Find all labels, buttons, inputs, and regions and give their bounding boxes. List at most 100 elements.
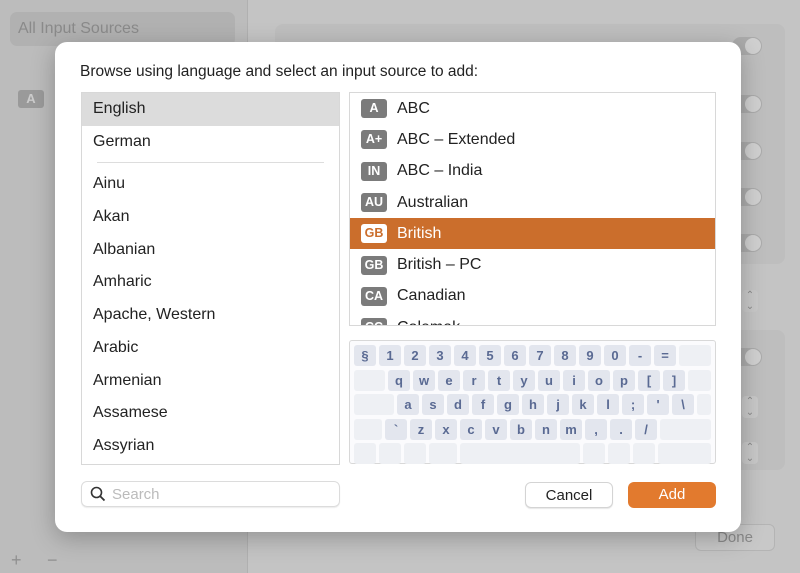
- keyboard-key: y: [513, 369, 535, 391]
- keyboard-row: [354, 443, 711, 464]
- input-source-item[interactable]: A ABC: [350, 93, 715, 124]
- input-source-label: Australian: [397, 193, 469, 211]
- keyboard-key-blank: [660, 418, 711, 440]
- keyboard-key: 8: [554, 345, 576, 366]
- language-item[interactable]: Amharic: [82, 266, 339, 299]
- remove-source-icon: −: [47, 550, 58, 570]
- search-field[interactable]: [81, 481, 340, 507]
- keyboard-key: `: [385, 418, 407, 440]
- input-source-badge: CC: [361, 318, 387, 325]
- keyboard-key: ;: [622, 394, 644, 415]
- keyboard-key: c: [460, 418, 482, 440]
- add-button[interactable]: Add: [628, 482, 716, 508]
- language-item[interactable]: Assyrian: [82, 430, 339, 463]
- keyboard-key: /: [635, 418, 657, 440]
- language-item[interactable]: English: [82, 93, 339, 126]
- language-item[interactable]: Armenian: [82, 365, 339, 398]
- add-input-source-dialog: Browse using language and select an inpu…: [55, 42, 741, 532]
- language-item[interactable]: Ainu: [82, 168, 339, 201]
- search-icon: [90, 486, 106, 502]
- keyboard-key: t: [488, 369, 510, 391]
- keyboard-key-blank: [633, 443, 655, 464]
- keyboard-key: r: [463, 369, 485, 391]
- input-source-item[interactable]: CA Canadian: [350, 281, 715, 312]
- keyboard-row: ` z x c v b n m,. /: [354, 418, 711, 440]
- keyboard-key: u: [538, 369, 560, 391]
- input-source-list[interactable]: A ABC A+ ABC – Extended IN ABC – India AU Austr…: [349, 92, 716, 326]
- keyboard-key: q: [388, 369, 410, 391]
- input-source-label: British – PC: [397, 256, 482, 274]
- keyboard-key: o: [588, 369, 610, 391]
- keyboard-key-blank: [688, 369, 711, 391]
- language-item[interactable]: Apache, Western: [82, 299, 339, 332]
- input-source-item[interactable]: CC Colemak: [350, 312, 715, 325]
- input-source-badge: IN: [361, 161, 387, 181]
- input-source-item[interactable]: GB British – PC: [350, 249, 715, 280]
- language-item[interactable]: Assamese: [82, 397, 339, 430]
- keyboard-key-blank: [354, 443, 376, 464]
- keyboard-key: 7: [529, 345, 551, 366]
- keyboard-key-blank: [354, 418, 382, 440]
- keyboard-key-blank: [379, 443, 401, 464]
- input-source-item[interactable]: GB British: [350, 218, 715, 250]
- input-source-label: ABC – Extended: [397, 130, 516, 148]
- sidebar-item-all-input-sources: All Input Sources: [10, 12, 235, 46]
- cancel-button[interactable]: Cancel: [525, 482, 613, 508]
- dialog-title: Browse using language and select an inpu…: [80, 63, 479, 80]
- keyboard-key-blank: [608, 443, 630, 464]
- input-source-label: Canadian: [397, 287, 466, 305]
- keyboard-key-blank: [404, 443, 426, 464]
- keyboard-key-blank: [354, 369, 385, 391]
- language-item[interactable]: Akan: [82, 201, 339, 234]
- keyboard-key: 6: [504, 345, 526, 366]
- keyboard-row: a s d f g h j k l; ' \: [354, 394, 711, 415]
- keyboard-key: -: [629, 345, 651, 366]
- keyboard-key: §: [354, 345, 376, 366]
- add-source-icon: +: [11, 550, 22, 570]
- input-source-badge: GB: [361, 255, 387, 275]
- keyboard-key: x: [435, 418, 457, 440]
- input-source-label: ABC: [397, 99, 430, 117]
- keyboard-row: § 1 2 3 4 5 6 7 8 9 0- =: [354, 345, 711, 366]
- input-source-item[interactable]: IN ABC – India: [350, 156, 715, 187]
- input-source-label: British: [397, 224, 442, 242]
- language-item[interactable]: Albanian: [82, 234, 339, 267]
- keyboard-key: i: [563, 369, 585, 391]
- keyboard-key: z: [410, 418, 432, 440]
- keyboard-row: q w e r t y u i o p[]: [354, 369, 711, 391]
- keyboard-key: j: [547, 394, 569, 415]
- input-source-badge: A: [361, 99, 387, 119]
- keyboard-key: h: [522, 394, 544, 415]
- keyboard-key: \: [672, 394, 694, 415]
- keyboard-key-blank: [658, 443, 711, 464]
- keyboard-key: 5: [479, 345, 501, 366]
- keyboard-key-blank: [583, 443, 605, 464]
- keyboard-key: 1: [379, 345, 401, 366]
- keyboard-key: 2: [404, 345, 426, 366]
- language-list[interactable]: English German Ainu Akan Albanian Amharic Apac…: [81, 92, 340, 465]
- keyboard-key: ': [647, 394, 669, 415]
- keyboard-key: b: [510, 418, 532, 440]
- input-source-badge: CA: [361, 286, 387, 306]
- input-source-badge: GB: [361, 224, 387, 244]
- language-item[interactable]: Arabic: [82, 332, 339, 365]
- keyboard-key: e: [438, 369, 460, 391]
- input-source-item[interactable]: AU Australian: [350, 187, 715, 218]
- keyboard-key: g: [497, 394, 519, 415]
- keyboard-key-blank: [679, 345, 711, 366]
- keyboard-key: d: [447, 394, 469, 415]
- keyboard-key: l: [597, 394, 619, 415]
- language-item[interactable]: German: [82, 126, 339, 159]
- search-input[interactable]: [112, 485, 312, 503]
- input-source-label: ABC – India: [397, 162, 483, 180]
- keyboard-key: s: [422, 394, 444, 415]
- keyboard-key: 4: [454, 345, 476, 366]
- keyboard-key: .: [610, 418, 632, 440]
- keyboard-key: a: [397, 394, 419, 415]
- input-source-badge: A+: [361, 130, 387, 150]
- keyboard-key: p: [613, 369, 635, 391]
- keyboard-key: 0: [604, 345, 626, 366]
- input-source-item[interactable]: A+ ABC – Extended: [350, 124, 715, 155]
- input-source-badge: A: [18, 90, 44, 108]
- keyboard-key-blank: [697, 394, 711, 415]
